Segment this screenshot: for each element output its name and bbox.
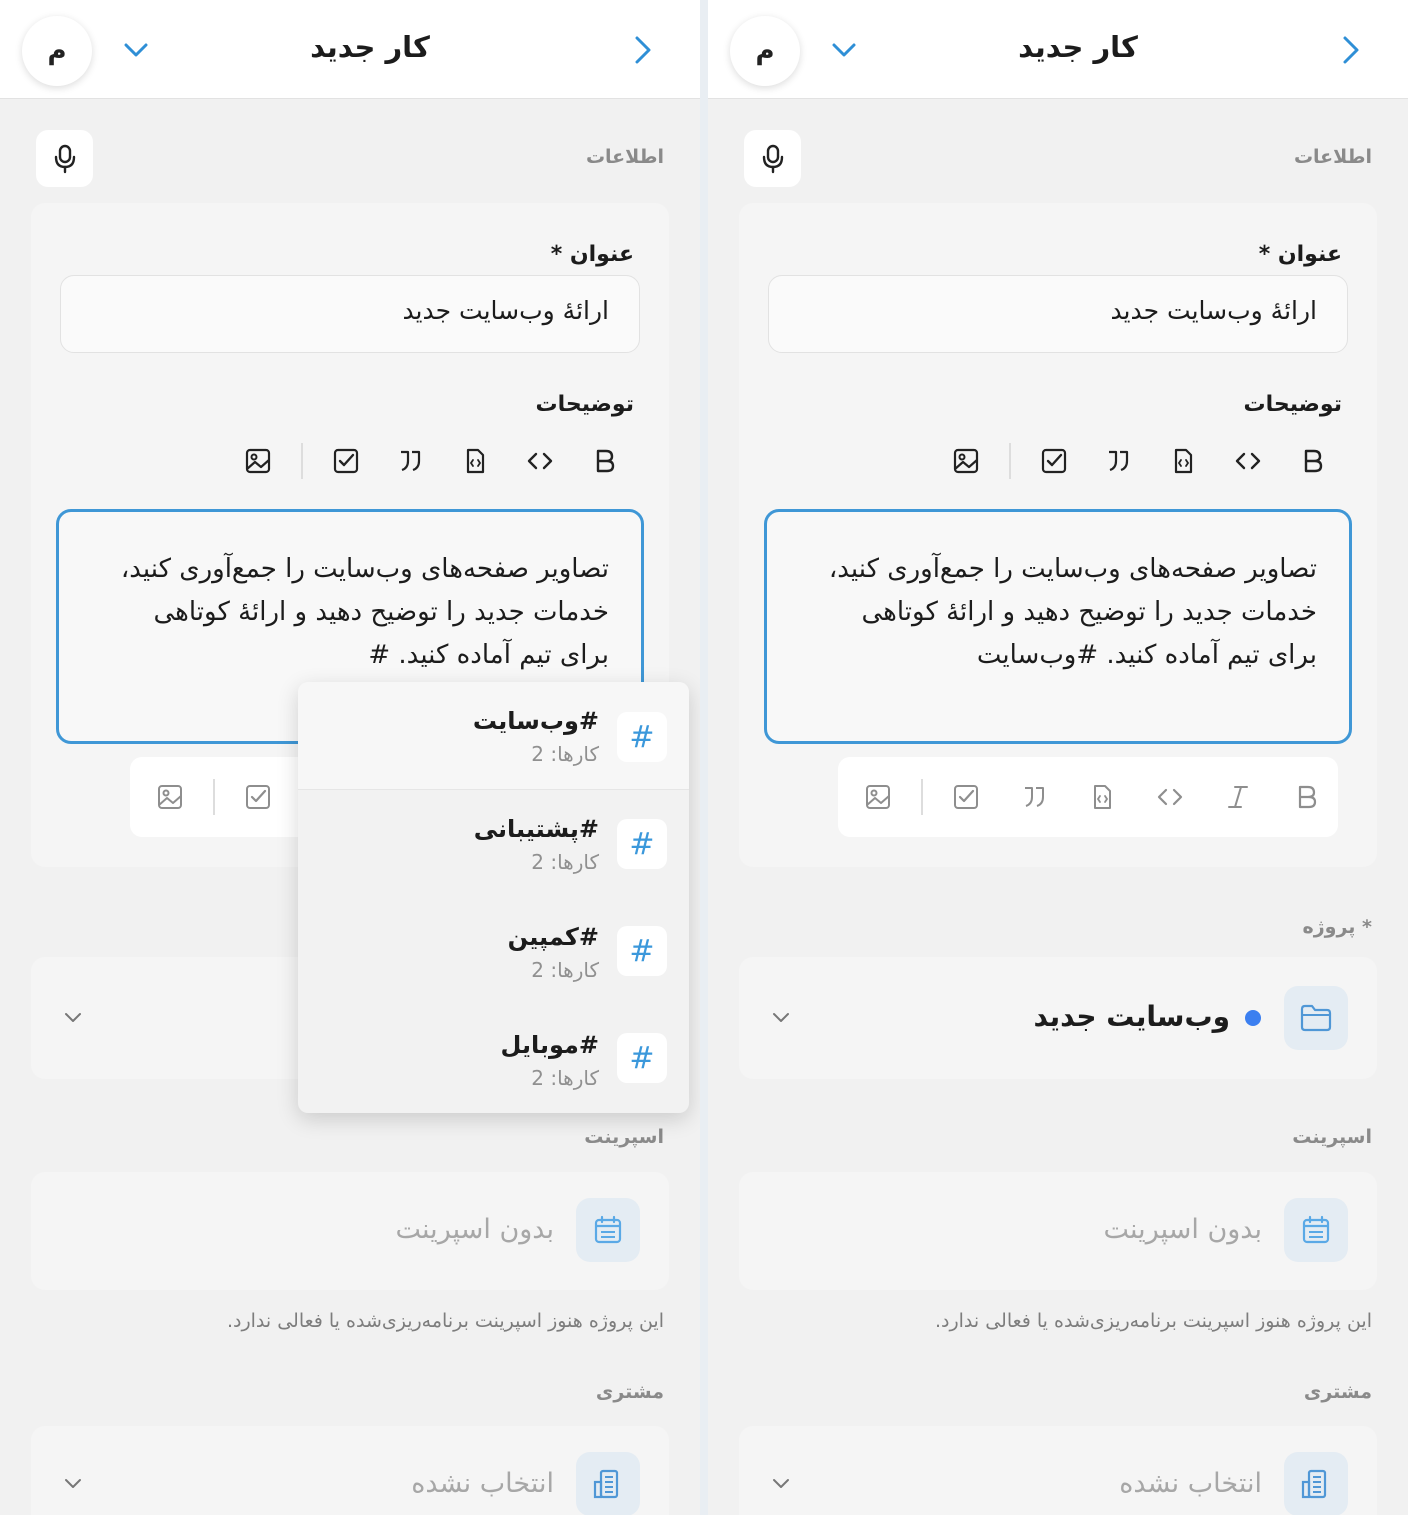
tag-suggestions-dropdown: # #وب‌سایت کارها: 2 # #پشتیبانی کارها: 2… [298,682,689,1113]
bold-icon[interactable] [587,443,623,479]
tag-suggestion-item[interactable]: # #پشتیبانی کارها: 2 [298,790,689,898]
tag-suggestion-item[interactable]: # #موبایل کارها: 2 [298,1006,689,1113]
chevron-right-icon[interactable] [626,32,660,68]
building-icon [576,1452,640,1515]
toolbar-divider [213,779,215,815]
code-icon[interactable] [1152,779,1188,815]
calendar-icon [1284,1198,1348,1262]
toolbar-divider [1009,443,1011,479]
avatar[interactable]: م [730,16,800,86]
sprint-helper-text: این پروژه هنوز اسپرینت برنامه‌ریزی‌شده ی… [934,1310,1372,1332]
code-file-icon[interactable] [1165,443,1201,479]
code-icon[interactable] [522,443,558,479]
toolbar-divider [301,443,303,479]
chevron-down-icon [773,1479,789,1488]
hashtag-icon: # [617,926,667,976]
chevron-down-icon[interactable] [120,34,152,66]
checkbox-icon[interactable] [1036,443,1072,479]
tag-suggestion-item[interactable]: # #وب‌سایت کارها: 2 [298,682,689,790]
chevron-down-icon [65,1013,81,1022]
avatar[interactable]: م [22,16,92,86]
project-value: وب‌سایت جدید [1033,1000,1230,1033]
image-icon[interactable] [860,779,896,815]
microphone-icon [54,144,75,173]
microphone-icon [762,144,783,173]
sprint-helper-text: این پروژه هنوز اسپرینت برنامه‌ریزی‌شده ی… [226,1310,664,1332]
sprint-select[interactable] [739,1172,1377,1290]
calendar-icon [576,1198,640,1262]
customer-select[interactable] [31,1426,669,1515]
page-title: کار جدید [1018,30,1138,64]
checkbox-icon[interactable] [240,779,276,815]
image-icon[interactable] [240,443,276,479]
customer-select[interactable] [739,1426,1377,1515]
image-icon[interactable] [152,779,188,815]
screen-divider [700,0,708,1515]
sprint-value: بدون اسپرینت [1103,1214,1262,1245]
chevron-down-icon[interactable] [828,34,860,66]
quote-icon[interactable] [1016,779,1052,815]
customer-value: انتخاب نشده [411,1468,554,1499]
app-header: م کار جدید [0,0,700,99]
toolbar-divider [921,779,923,815]
page-title: کار جدید [310,30,430,64]
description-text: تصاویر صفحه‌های وب‌سایت را جمع‌آوری کنید… [828,554,1317,670]
code-file-icon[interactable] [457,443,493,479]
app-header: م کار جدید [708,0,1408,99]
image-icon[interactable] [948,443,984,479]
building-icon [1284,1452,1348,1515]
checkbox-icon[interactable] [948,779,984,815]
title-value: ارائهٔ وب‌سایت جدید [402,296,609,325]
info-section-label: اطلاعات [1293,146,1372,168]
chevron-down-icon [773,1013,789,1022]
bold-icon[interactable] [1289,779,1325,815]
code-file-icon[interactable] [1084,779,1120,815]
checkbox-icon[interactable] [328,443,364,479]
project-label: پروژه * [1302,916,1372,938]
info-section-label: اطلاعات [585,146,664,168]
sprint-label: اسپرینت [1292,1126,1372,1148]
quote-icon[interactable] [392,443,428,479]
left-screen: م کار جدید اطلاعات عنوان * ارائهٔ وب‌سای… [0,0,700,1515]
title-label: عنوان * [1258,242,1342,267]
voice-input-button[interactable] [36,130,93,187]
chevron-right-icon[interactable] [1334,32,1368,68]
voice-input-button[interactable] [744,130,801,187]
title-input[interactable]: ارائهٔ وب‌سایت جدید [60,275,640,353]
description-input[interactable]: تصاویر صفحه‌های وب‌سایت را جمع‌آوری کنید… [764,509,1352,744]
description-label: توضیحات [535,392,634,417]
italic-icon[interactable] [1220,779,1256,815]
sprint-label: اسپرینت [584,1126,664,1148]
hashtag-icon: # [617,819,667,869]
customer-label: مشتری [1303,1381,1372,1403]
description-label: توضیحات [1243,392,1342,417]
hashtag-icon: # [617,1033,667,1083]
tag-suggestion-item[interactable]: # #کمپین کارها: 2 [298,898,689,1006]
title-label: عنوان * [550,242,634,267]
bold-icon[interactable] [1295,443,1331,479]
chevron-down-icon [65,1479,81,1488]
description-text: تصاویر صفحه‌های وب‌سایت را جمع‌آوری کنید… [120,554,609,670]
quote-icon[interactable] [1100,443,1136,479]
sprint-select[interactable] [31,1172,669,1290]
project-color-dot [1245,1010,1261,1026]
folder-icon [1284,986,1348,1050]
sprint-value: بدون اسپرینت [395,1214,554,1245]
hashtag-icon: # [617,712,667,762]
code-icon[interactable] [1230,443,1266,479]
customer-label: مشتری [595,1381,664,1403]
title-input[interactable]: ارائهٔ وب‌سایت جدید [768,275,1348,353]
title-value: ارائهٔ وب‌سایت جدید [1110,296,1317,325]
customer-value: انتخاب نشده [1119,1468,1262,1499]
right-screen: م کار جدید اطلاعات عنوان * ارائهٔ وب‌سای… [708,0,1408,1515]
